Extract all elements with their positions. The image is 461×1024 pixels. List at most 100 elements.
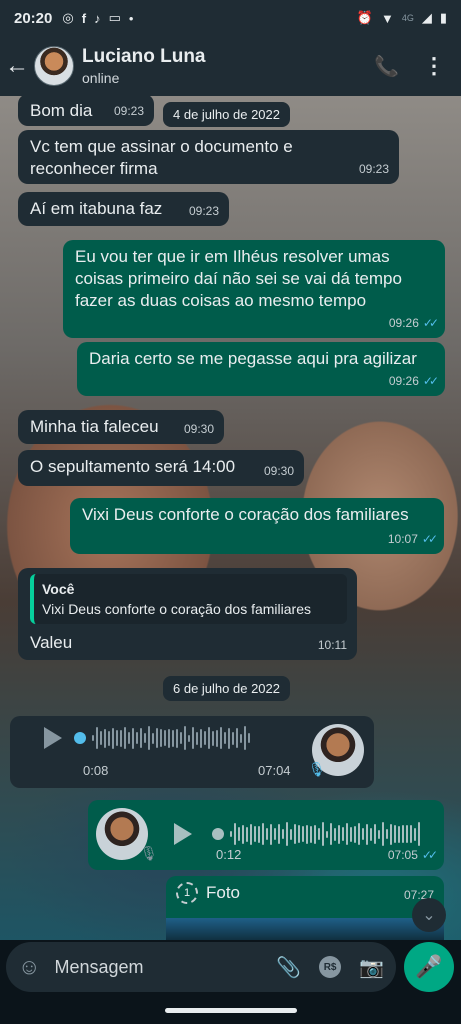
message-text: Aí em itabuna faz — [30, 199, 163, 218]
chevron-down-icon: ⌄ — [422, 907, 436, 924]
waveform-bar — [330, 823, 332, 845]
waveform-bar — [294, 824, 296, 844]
waveform-bar — [124, 727, 126, 749]
message-text: Eu vou ter que ir em Ilhéus resolver uma… — [75, 247, 402, 310]
waveform-bar — [224, 732, 226, 744]
chat-header: ← Luciano Luna online 📞 ⋮ — [0, 36, 461, 96]
waveform-bar — [326, 830, 328, 838]
dot-icon: • — [128, 10, 134, 26]
waveform-bar — [338, 824, 340, 844]
mic-icon[interactable]: 🎤 — [404, 942, 454, 992]
message-text: Daria certo se me pegasse aqui pra agili… — [89, 349, 417, 368]
message-input[interactable] — [54, 956, 225, 978]
waveform-bar — [180, 732, 182, 744]
contact-info[interactable]: Luciano Luna online — [82, 46, 206, 86]
message-text: Vc tem que assinar o documento e reconhe… — [30, 137, 293, 178]
message-bubble[interactable]: Aí em itabuna faz 09:23 — [18, 192, 229, 226]
chat-area[interactable]: Bom dia 09:23 4 de julho de 2022 Vc tem … — [0, 96, 461, 940]
waveform-bar — [390, 823, 392, 845]
play-icon[interactable] — [44, 727, 62, 749]
mic-icon: 🎙 — [308, 761, 326, 777]
message-bubble[interactable]: O sepultamento será 14:00 09:30 — [18, 450, 304, 486]
message-bubble[interactable]: Minha tia faleceu 09:30 — [18, 410, 224, 444]
waveform-bar — [236, 728, 238, 748]
system-icons: ⏰ ▼ 4G ◢ ▮ — [357, 10, 447, 26]
waveform-bar — [220, 727, 222, 749]
add-call-icon[interactable]: 📞 — [374, 54, 399, 79]
waveform-bar — [382, 822, 384, 846]
waveform-bar — [200, 728, 202, 748]
message-text: Minha tia faleceu — [30, 417, 159, 436]
waveform-bar — [128, 732, 130, 744]
emoji-icon[interactable]: ☺ — [18, 954, 40, 980]
battery-icon: ▮ — [439, 10, 447, 25]
waveform-bar — [298, 825, 300, 843]
waveform-bar — [196, 731, 198, 745]
notification-icons: ◎ f ♪ ▭ • — [62, 10, 133, 26]
waveform-bar — [406, 825, 408, 843]
facebook-icon: f — [81, 10, 87, 26]
waveform-bar — [140, 728, 142, 748]
audio-waveform[interactable] — [92, 726, 250, 750]
whatsapp-icon: ◎ — [62, 10, 74, 25]
voice-message[interactable]: 🎙 0:12 07:05 ✓✓ — [88, 800, 444, 870]
photo-preview[interactable] — [166, 918, 444, 940]
message-text: Valeu — [30, 633, 73, 652]
waveform-bar — [318, 828, 320, 840]
waveform-bar — [240, 733, 242, 743]
waveform-bar — [164, 730, 166, 746]
waveform-bar — [168, 728, 170, 748]
read-receipt-icon: ✓✓ — [421, 532, 438, 546]
message-time: 09:23 — [113, 104, 144, 118]
waveform-bar — [270, 823, 272, 845]
composer: ☺ 📎 R$ 📷 🎤 — [0, 940, 461, 998]
date-divider: 6 de julho de 2022 — [163, 676, 290, 701]
waveform-bar — [350, 826, 352, 842]
back-arrow-icon[interactable]: ← — [0, 36, 34, 96]
home-indicator[interactable] — [165, 1008, 297, 1013]
waveform-bar — [314, 824, 316, 844]
audio-waveform[interactable] — [230, 822, 420, 846]
waveform-bar — [244, 726, 246, 750]
quoted-message[interactable]: Você Vixi Deus conforte o coração dos fa… — [30, 574, 347, 624]
payment-icon[interactable]: R$ — [319, 956, 342, 978]
message-time: 09:26 — [388, 316, 419, 330]
photo-message[interactable]: 1 Foto 07:27 — [166, 876, 444, 940]
scroll-to-bottom-button[interactable]: ⌄ — [412, 898, 446, 932]
message-bubble[interactable]: Eu vou ter que ir em Ilhéus resolver uma… — [63, 240, 445, 338]
message-bubble[interactable]: Daria certo se me pegasse aqui pra agili… — [77, 342, 445, 396]
waveform-bar — [120, 729, 122, 747]
waveform-bar — [250, 823, 252, 845]
message-bubble[interactable]: Vixi Deus conforte o coração dos familia… — [70, 498, 444, 554]
waveform-bar — [410, 825, 412, 843]
message-time: 09:23 — [188, 204, 219, 218]
waveform-bar — [402, 825, 404, 843]
message-text: O sepultamento será 14:00 — [30, 457, 236, 476]
contact-avatar[interactable] — [34, 46, 74, 86]
more-vert-icon[interactable]: ⋮ — [423, 53, 445, 79]
waveform-bar — [108, 730, 110, 746]
network-type: 4G — [401, 13, 414, 23]
progress-handle[interactable] — [212, 828, 224, 840]
play-icon[interactable] — [174, 823, 192, 845]
camera-icon[interactable]: 📷 — [359, 955, 384, 980]
message-bubble[interactable]: Você Vixi Deus conforte o coração dos fa… — [18, 568, 357, 660]
waveform-bar — [242, 824, 244, 844]
voice-message[interactable]: 0:08 07:04 🎙 — [10, 716, 374, 788]
waveform-bar — [104, 728, 106, 748]
waveform-bar — [346, 823, 348, 845]
message-icon: ▭ — [108, 10, 121, 25]
message-bubble[interactable]: Bom dia 09:23 — [18, 96, 154, 126]
progress-handle[interactable] — [74, 732, 86, 744]
quote-text: Vixi Deus conforte o coração dos familia… — [42, 601, 311, 617]
waveform-bar — [414, 827, 416, 841]
waveform-bar — [334, 827, 336, 841]
waveform-bar — [100, 731, 102, 745]
waveform-bar — [92, 735, 94, 741]
message-bubble[interactable]: Vc tem que assinar o documento e reconhe… — [18, 130, 399, 184]
waveform-bar — [366, 823, 368, 845]
attach-icon[interactable]: 📎 — [276, 955, 301, 980]
message-text: Vixi Deus conforte o coração dos familia… — [82, 505, 409, 524]
alarm-icon: ⏰ — [356, 10, 373, 25]
waveform-bar — [246, 826, 248, 842]
